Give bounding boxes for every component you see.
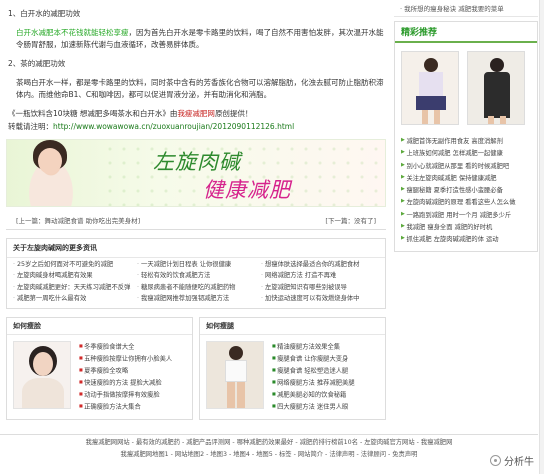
article-body: 1、白开水的减肥功效 白开水减肥本不花钱就能轻松享瘦，因为首先白开水是零卡路里的… — [0, 0, 392, 133]
sidebar: · 我所想的瘦身秘诀 减肥我要的菜单 精彩推荐 减肥首饰无副作用食友 高度消解剂… — [394, 0, 538, 253]
recommend-link[interactable]: 左旋肉碱减肥的原理 看看这些人怎么做 — [401, 196, 531, 208]
leg-slimming-link[interactable]: 减肥美腿必知的饮食秘籍 — [272, 389, 355, 401]
face-slimming-link[interactable]: 冬季瘦脸食谱大全 — [79, 341, 172, 353]
banner-title-2: 健康减肥 — [203, 178, 291, 202]
face-slimming-image[interactable] — [13, 341, 71, 410]
news-link[interactable]: 加快运动速度可以有效燃烧身体中 — [261, 294, 379, 304]
repost-label: 转载请注明： — [8, 122, 53, 131]
more-news-box: 关于左旋肉碱网的更多资讯 25岁之后如何面对不可避免的减肥一天减肥计划日程表 让… — [6, 238, 386, 310]
news-link[interactable]: 想瘦体肤选择最适合你的减肥食材 — [261, 260, 379, 270]
recommend-link[interactable]: 关注左旋肉碱减肥 保持健康减肥 — [401, 172, 531, 184]
recommend-link[interactable]: 抓住减肥 左旋肉碱减肥的体 运动 — [401, 233, 531, 245]
recommend-link[interactable]: 上班族如何减肥 怎样减肥一起健康 — [401, 147, 531, 159]
leg-slimming-link[interactable]: 精油瘦腿方法效果全集 — [272, 341, 355, 353]
sidebar-top-link[interactable]: · 我所想的瘦身秘诀 减肥我要的菜单 — [394, 0, 538, 17]
paragraph-tea: 茶喝白开水一样，都是零卡路里的饮料，同时茶中含有的芳香族化合物可以溶解脂肪，化浊… — [16, 78, 384, 99]
section-heading-tea: 2、茶的减肥功效 — [8, 59, 66, 68]
source-line: 《一瓶饮料含10块糖 想减肥多喝茶水和白开水》由我瘦减肥网原创提供！ — [8, 108, 384, 120]
next-article-link[interactable]: [下一篇：没有了] — [325, 215, 376, 225]
recommend-link[interactable]: 一路跑到减肥 用时一个月 减肥多少斤 — [401, 209, 531, 221]
news-link[interactable]: 我瘦减肥网推荐加强韧减肥方法 — [137, 294, 255, 304]
leg-slimming-link[interactable]: 瘦腿食谱 轻松塑造迷人腿 — [272, 365, 355, 377]
face-slimming-link[interactable]: 动动手指做按摩摔有效瘦脸 — [79, 389, 172, 401]
news-link[interactable]: 一天减肥计划日程表 让你很健康 — [137, 260, 255, 270]
more-news-title: 关于左旋肉碱网的更多资讯 — [7, 239, 385, 258]
footer-links-2[interactable]: 我瘦减肥网地图1 - 网站地图2 - 地图3 - 地图4 - 地图5 - 标签 … — [0, 449, 538, 461]
highlight-text: 白开水减肥本不花钱就能轻松享瘦 — [16, 28, 129, 37]
source-site-link[interactable]: 我瘦减肥网 — [177, 109, 215, 118]
news-link[interactable]: 左旋减肥知识有哪些别被误导 — [261, 283, 379, 293]
recommend-photo-2[interactable] — [467, 51, 525, 125]
recommend-link[interactable]: 别小心就减肥从那里 看的时候减肥吧 — [401, 160, 531, 172]
leg-slimming-link[interactable]: 网络瘦腿方法 推荐减肥美腿 — [272, 377, 355, 389]
news-link[interactable]: 左旋肉碱减肥更好：天天练习减肥不反弹 — [13, 283, 131, 293]
face-slimming-link[interactable]: 夏季瘦脸全攻略 — [79, 365, 172, 377]
face-slimming-link[interactable]: 正确瘦脸方法大集合 — [79, 401, 172, 413]
topic-boxes: 如何瘦脸 冬季瘦脸食谱大全五种瘦脸按摩让你拥有小脸美人夏季瘦脸全攻略快速瘦脸的方… — [6, 317, 386, 420]
leg-slimming-title: 如何瘦腿 — [200, 318, 385, 336]
recommend-title: 精彩推荐 — [395, 22, 537, 43]
prev-article-link[interactable]: [上一篇：舞动减肥食谱 助你吃出完美身材] — [16, 215, 140, 225]
news-link[interactable]: 左旋肉碱身材喝减肥有效果 — [13, 271, 131, 281]
leg-slimming-image[interactable] — [206, 341, 264, 410]
more-news-list: 25岁之后如何面对不可避免的减肥一天减肥计划日程表 让你很健康想瘦体肤选择最适合… — [7, 258, 385, 308]
news-link[interactable]: 25岁之后如何面对不可避免的减肥 — [13, 260, 131, 270]
recommend-list: 减肥首饰无副作用食友 高度消解剂上班族如何减肥 怎样减肥一起健康别小心就减肥从那… — [395, 133, 537, 251]
leg-slimming-box: 如何瘦腿 精油瘦腿方法效果全集瘦腿食谱 让你瘦腿大变身瘦腿食谱 轻松塑造迷人腿网… — [199, 317, 386, 420]
footer: 我瘦减肥网网站 - 最有效的减肥药 - 减肥产品评测网 - 哪种减肥药效果最好 … — [0, 434, 538, 461]
paragraph-water: 白开水减肥本不花钱就能轻松享瘦，因为首先白开水是零卡路里的饮料，喝了自然不用害怕… — [8, 27, 384, 51]
news-link[interactable]: 网络减肥方法 打造不再难 — [261, 271, 379, 281]
leg-slimming-list: 精油瘦腿方法效果全集瘦腿食谱 让你瘦腿大变身瘦腿食谱 轻松塑造迷人腿网络瘦腿方法… — [264, 341, 355, 412]
repost-line: 转载请注明：http://www.wowawowa.cn/zuoxuanrouj… — [8, 121, 384, 133]
banner-title-1: 左旋肉碱 — [153, 150, 241, 174]
leg-slimming-link[interactable]: 瘦腿食谱 让你瘦腿大变身 — [272, 353, 355, 365]
leg-slimming-link[interactable]: 四大瘦腿方法 迷住男人眼 — [272, 401, 355, 413]
face-slimming-title: 如何瘦脸 — [7, 318, 192, 336]
face-slimming-box: 如何瘦脸 冬季瘦脸食谱大全五种瘦脸按摩让你拥有小脸美人夏季瘦脸全攻略快速瘦脸的方… — [6, 317, 193, 420]
face-slimming-list: 冬季瘦脸食谱大全五种瘦脸按摩让你拥有小脸美人夏季瘦脸全攻略快速瘦脸的方法 提脸大… — [71, 341, 172, 412]
news-link[interactable]: 减肥第一周吃什么最有效 — [13, 294, 131, 304]
footer-links-1[interactable]: 我瘦减肥网网站 - 最有效的减肥药 - 减肥产品评测网 - 哪种减肥药效果最好 … — [0, 437, 538, 449]
source-pre: 《一瓶饮料含10块糖 想减肥多喝茶水和白开水》由 — [8, 109, 178, 118]
recommend-link[interactable]: 瘦腿秘籍 夏季打造性感小蛮腰必备 — [401, 184, 531, 196]
face-slimming-link[interactable]: 快速瘦脸的方法 提脸大减脸 — [79, 377, 172, 389]
repost-url-link[interactable]: http://www.wowawowa.cn/zuoxuanroujian/20… — [53, 122, 294, 131]
recommend-photo-1[interactable] — [401, 51, 459, 125]
source-post: 原创提供！ — [214, 109, 253, 118]
face-slimming-link[interactable]: 五种瘦脸按摩让你拥有小脸美人 — [79, 353, 172, 365]
recommend-link[interactable]: 我减肥 瘦身全面 减肥的好时机 — [401, 221, 531, 233]
article-pager: [上一篇：舞动减肥食谱 助你吃出完美身材] [下一篇：没有了] — [6, 211, 386, 230]
brand-logo-icon — [490, 455, 501, 466]
recommend-link[interactable]: 减肥首饰无副作用食友 高度消解剂 — [401, 135, 531, 147]
news-link[interactable]: 轻松有效的饮食减肥方法 — [137, 271, 255, 281]
watermark-brand: 分析牛 — [490, 453, 534, 468]
brand-name: 分析牛 — [504, 457, 534, 468]
recommend-photos — [395, 43, 537, 133]
recommend-box: 精彩推荐 减肥首饰无副作用食友 高度消解剂上班族如何减肥 怎样减肥一起健康别小心… — [394, 21, 538, 253]
ad-banner[interactable]: 左旋肉碱 健康减肥 — [6, 139, 386, 207]
banner-model-face — [38, 148, 62, 174]
main-column: 1、白开水的减肥功效 白开水减肥本不花钱就能轻松享瘦，因为首先白开水是零卡路里的… — [0, 0, 392, 420]
page-scrollbar[interactable] — [539, 0, 544, 474]
news-link[interactable]: 糖尿病患者不能随便吃的减肥药物 — [137, 283, 255, 293]
section-heading-water: 1、白开水的减肥功效 — [8, 9, 81, 18]
